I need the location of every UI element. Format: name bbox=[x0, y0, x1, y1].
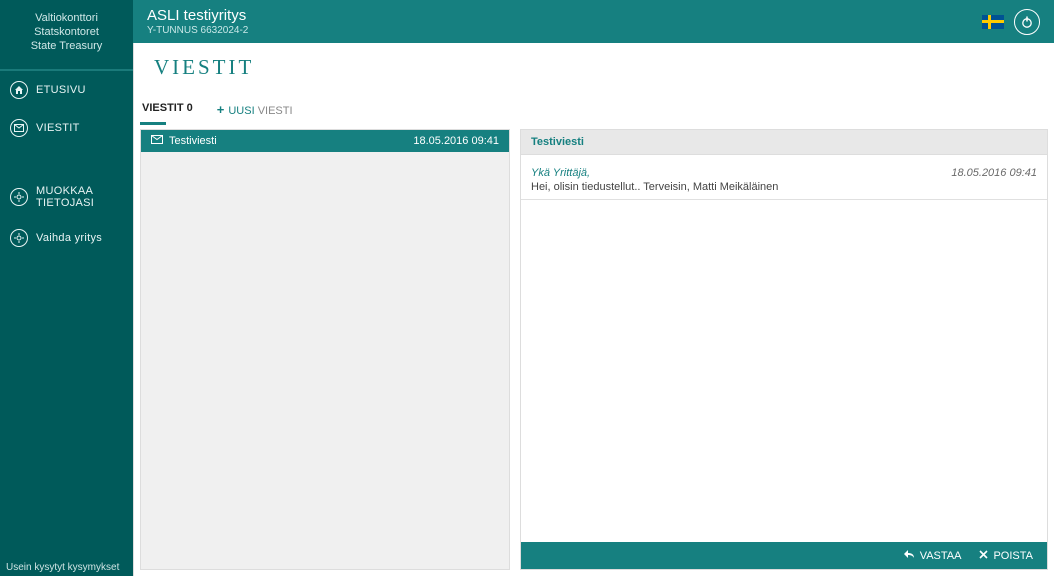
tabs: VIESTIT 0 +UUSI VIESTI bbox=[134, 88, 1054, 123]
sidebar: Valtiokonttori Statskontoret State Treas… bbox=[0, 0, 133, 576]
message-detail-datetime: 18.05.2016 09:41 bbox=[951, 167, 1037, 179]
logo: Valtiokonttori Statskontoret State Treas… bbox=[0, 0, 133, 65]
tab-messages-list[interactable]: VIESTIT 0 bbox=[140, 98, 195, 123]
nav-item-label: Vaihda yritys bbox=[36, 232, 102, 244]
message-body: Ykä Yrittäjä, 18.05.2016 09:41 Hei, olis… bbox=[521, 155, 1047, 542]
tab-label-prefix: VIESTIT bbox=[142, 102, 184, 114]
tab-count: 0 bbox=[187, 102, 193, 114]
gear-icon bbox=[10, 229, 28, 247]
content: VIESTIT VIESTIT 0 +UUSI VIESTI bbox=[133, 43, 1054, 576]
reply-icon bbox=[903, 549, 915, 562]
delete-label: POISTA bbox=[993, 550, 1033, 562]
power-icon bbox=[1020, 15, 1034, 29]
company-name: ASLI testiyritys bbox=[147, 7, 982, 24]
message-text: Hei, olisin tiedustellut.. Terveisin, Ma… bbox=[531, 181, 1037, 193]
envelope-icon bbox=[151, 135, 163, 147]
nav-item-home[interactable]: ETUSIVU bbox=[0, 71, 133, 109]
logo-line-1: Valtiokonttori bbox=[10, 12, 123, 26]
company-id: Y-TUNNUS 6632024-2 bbox=[147, 25, 982, 36]
message-subject: Testiviesti bbox=[169, 135, 217, 147]
nav-spacer bbox=[0, 147, 133, 175]
main: ASLI testiyritys Y-TUNNUS 6632024-2 VIES… bbox=[133, 0, 1054, 576]
nav-item-edit-info[interactable]: MUOKKAA TIETOJASI bbox=[0, 175, 133, 219]
topbar-right bbox=[982, 9, 1040, 35]
sidebar-footer-faq[interactable]: Usein kysytyt kysymykset bbox=[6, 562, 119, 573]
plus-icon: + bbox=[217, 102, 225, 117]
delete-button[interactable]: POISTA bbox=[979, 550, 1033, 562]
message-datetime: 18.05.2016 09:41 bbox=[413, 135, 499, 147]
message-actions: VASTAA POISTA bbox=[521, 542, 1047, 569]
message-list-item[interactable]: Testiviesti 18.05.2016 09:41 bbox=[141, 130, 509, 152]
nav-item-change-company[interactable]: Vaihda yritys bbox=[0, 219, 133, 257]
page-title: VIESTIT bbox=[154, 55, 1054, 80]
nav-item-label: VIESTIT bbox=[36, 122, 80, 134]
page-title-area: VIESTIT bbox=[134, 43, 1054, 88]
topbar: ASLI testiyritys Y-TUNNUS 6632024-2 bbox=[133, 0, 1054, 43]
logo-line-3: State Treasury bbox=[10, 40, 123, 54]
two-pane: Testiviesti 18.05.2016 09:41 Testiviesti… bbox=[134, 123, 1054, 576]
tab-new-prefix: UUSI bbox=[228, 105, 254, 117]
nav-item-label: MUOKKAA TIETOJASI bbox=[36, 185, 123, 209]
logo-line-2: Statskontoret bbox=[10, 26, 123, 40]
message-list-pane: Testiviesti 18.05.2016 09:41 bbox=[140, 129, 510, 570]
tab-new-message[interactable]: +UUSI VIESTI bbox=[215, 98, 295, 123]
nav: ETUSIVU VIESTIT MUOKKAA TIETOJASI Vaihda… bbox=[0, 71, 133, 257]
home-icon bbox=[10, 81, 28, 99]
message-meta: Ykä Yrittäjä, 18.05.2016 09:41 Hei, olis… bbox=[521, 155, 1047, 200]
mail-icon bbox=[10, 119, 28, 137]
nav-item-messages[interactable]: VIESTIT bbox=[0, 109, 133, 147]
reply-button[interactable]: VASTAA bbox=[903, 549, 962, 562]
reply-label: VASTAA bbox=[920, 550, 962, 562]
logout-button[interactable] bbox=[1014, 9, 1040, 35]
language-flag-icon[interactable] bbox=[982, 15, 1004, 29]
message-detail-pane: Testiviesti Ykä Yrittäjä, 18.05.2016 09:… bbox=[520, 129, 1048, 570]
close-icon bbox=[979, 550, 988, 562]
nav-item-label: ETUSIVU bbox=[36, 84, 86, 96]
tab-new-suffix: VIESTI bbox=[258, 105, 293, 117]
gear-icon bbox=[10, 188, 28, 206]
message-detail-subject: Testiviesti bbox=[521, 130, 1047, 155]
topbar-left: ASLI testiyritys Y-TUNNUS 6632024-2 bbox=[147, 7, 982, 36]
message-sender: Ykä Yrittäjä, bbox=[531, 167, 590, 179]
